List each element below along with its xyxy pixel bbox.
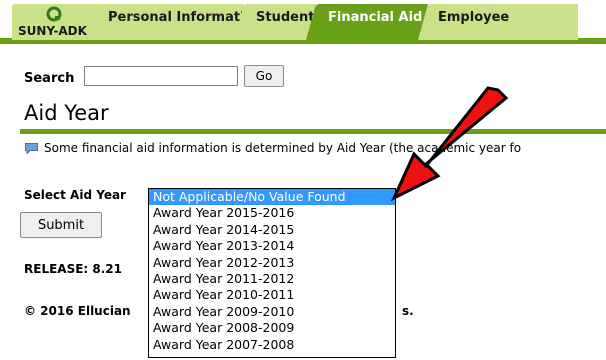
page-title: Aid Year <box>24 101 109 125</box>
dropdown-option[interactable]: Award Year 2013-2014 <box>149 238 395 254</box>
red-arrow-annotation-icon <box>390 86 509 202</box>
search-input[interactable] <box>84 66 238 86</box>
tab-financial-aid[interactable]: Financial Aid <box>306 4 428 40</box>
aid-year-dropdown-list[interactable]: Not Applicable/No Value Found Award Year… <box>148 188 396 358</box>
dropdown-option[interactable]: Award Year 2007-2008 <box>149 337 395 353</box>
tab-financial-aid-label: Financial Aid <box>328 10 423 25</box>
submit-button[interactable]: Submit <box>20 212 102 238</box>
dropdown-option[interactable]: Award Year 2014-2015 <box>149 222 395 238</box>
tab-employee-label: Employee <box>438 10 510 25</box>
dropdown-option[interactable]: Award Year 2011-2012 <box>149 271 395 287</box>
select-aid-year-label: Select Aid Year <box>24 188 126 202</box>
tab-home-label: SUNY-ADK <box>18 24 87 38</box>
dropdown-option[interactable]: Not Applicable/No Value Found <box>149 189 395 206</box>
copyright-text: © 2016 Ellucian <box>24 304 131 318</box>
dropdown-option[interactable]: Award Year 2015-2016 <box>149 205 395 221</box>
search-label: Search <box>24 71 75 86</box>
dropdown-option[interactable]: Award Year 2010-2011 <box>149 287 395 303</box>
tab-personal-information[interactable]: Personal Information <box>86 4 263 40</box>
info-flag-icon <box>25 143 38 154</box>
tab-employee[interactable]: Employee <box>418 4 578 40</box>
go-button[interactable]: Go <box>244 65 284 87</box>
title-divider <box>20 129 606 134</box>
copyright-tail-text: s. <box>402 304 414 318</box>
suny-logo-icon <box>46 6 62 22</box>
release-text: RELEASE: 8.21 <box>24 262 122 276</box>
dropdown-option[interactable]: Award Year 2012-2013 <box>149 255 395 271</box>
dropdown-option[interactable]: Award Year 2008-2009 <box>149 320 395 336</box>
dropdown-option[interactable]: Award Year 2009-2010 <box>149 304 395 320</box>
tab-bar: SUNY-ADK Personal Information Student Fi… <box>0 0 606 44</box>
